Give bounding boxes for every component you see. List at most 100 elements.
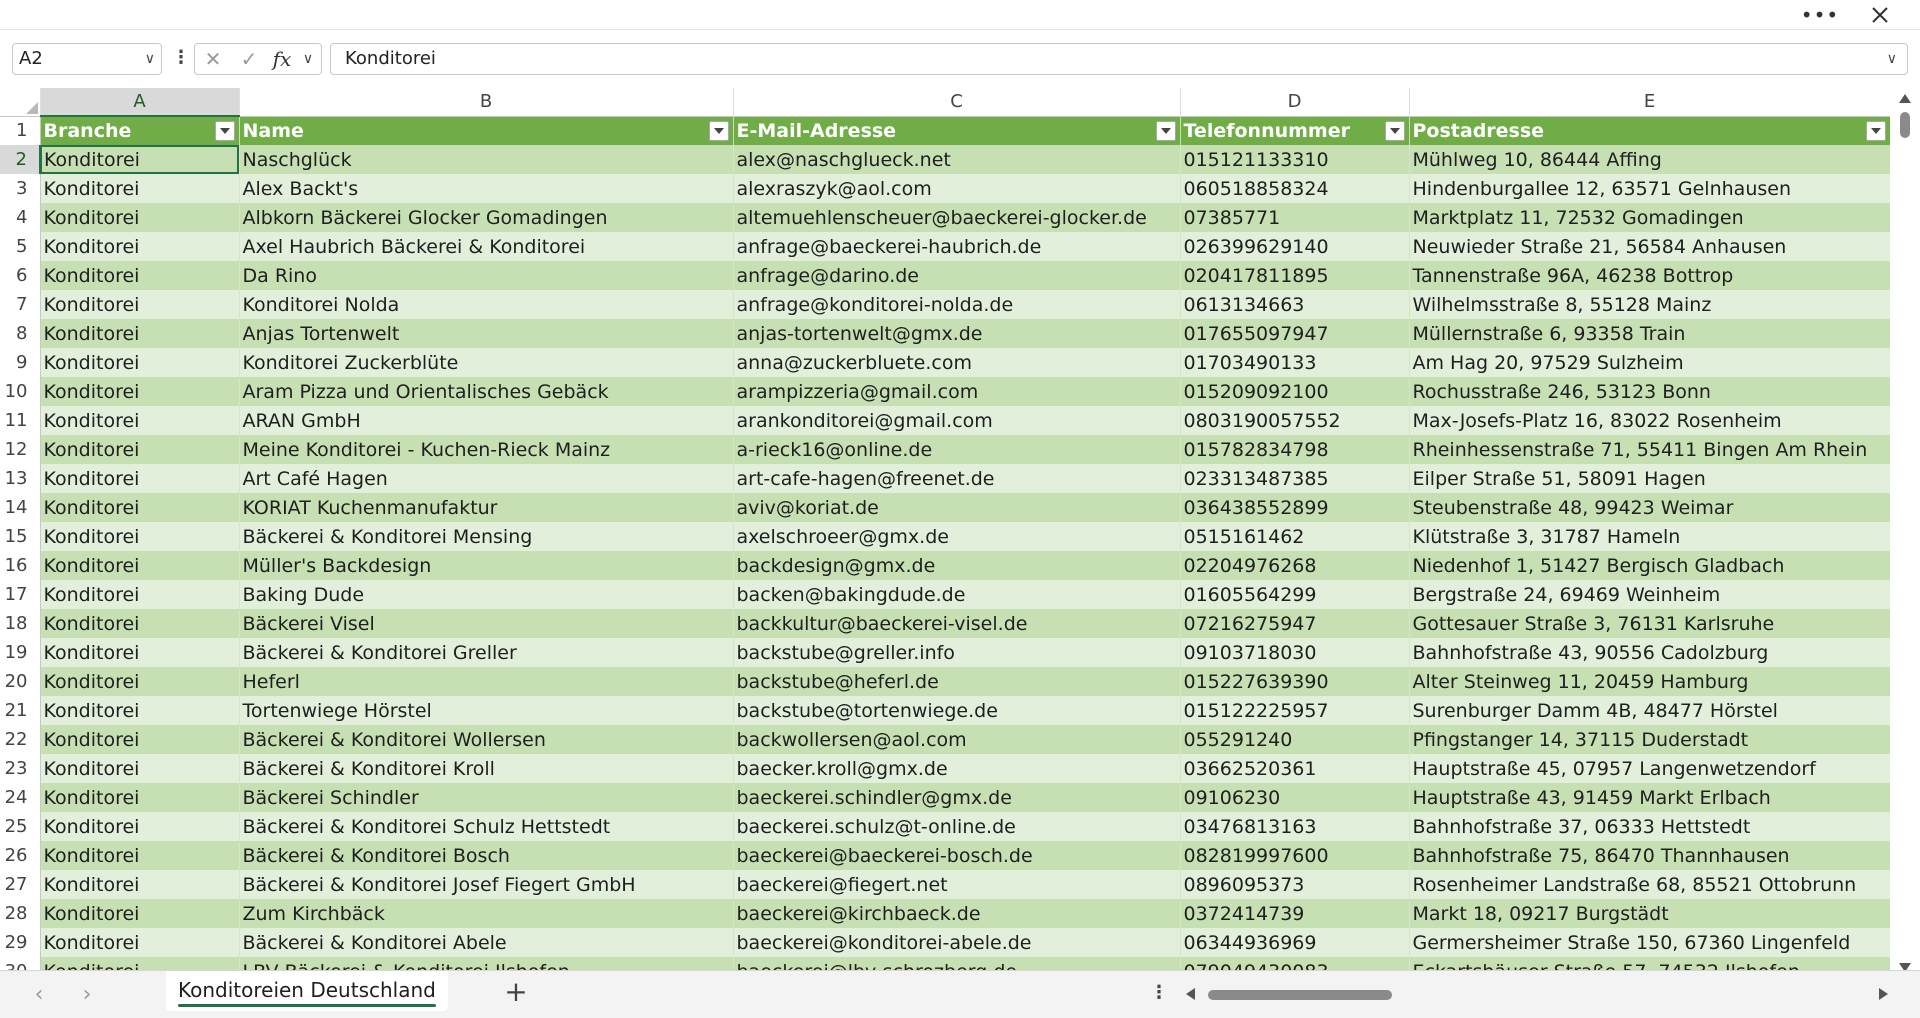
cell-email[interactable]: aviv@koriat.de	[733, 493, 1181, 522]
scroll-up-icon[interactable]	[1899, 94, 1911, 103]
cell-email[interactable]: backdesign@gmx.de	[733, 551, 1181, 580]
row-header[interactable]: 3	[0, 174, 41, 203]
previous-sheet-icon[interactable]: ‹	[24, 979, 54, 1009]
row-header[interactable]: 19	[0, 638, 41, 667]
cell-branche[interactable]: Konditorei	[40, 696, 240, 725]
cell-branche[interactable]: Konditorei	[40, 609, 240, 638]
cell-phone[interactable]: 09103718030	[1180, 638, 1410, 667]
filter-dropdown-icon[interactable]	[1384, 120, 1405, 141]
row-header[interactable]: 16	[0, 551, 41, 580]
header-cell-branche[interactable]: Branche	[40, 116, 240, 145]
cell-phone[interactable]: 01605564299	[1180, 580, 1410, 609]
cell-name[interactable]: Bäckerei & Konditorei Bosch	[239, 841, 734, 870]
cell-address[interactable]: Klütstraße 3, 31787 Hameln	[1409, 522, 1890, 551]
chevron-down-icon[interactable]: ∨	[145, 44, 155, 74]
cell-address[interactable]: Steubenstraße 48, 99423 Weimar	[1409, 493, 1890, 522]
cell-email[interactable]: backkultur@baeckerei-visel.de	[733, 609, 1181, 638]
cell-email[interactable]: baeckerei.schindler@gmx.de	[733, 783, 1181, 812]
cell-address[interactable]: Neuwieder Straße 21, 56584 Anhausen	[1409, 232, 1890, 261]
cell-branche[interactable]: Konditorei	[40, 928, 240, 957]
sheet-tab-konditoreien[interactable]: Konditoreien Deutschland	[166, 971, 448, 1011]
row-header[interactable]: 2	[0, 145, 41, 174]
row-header[interactable]: 9	[0, 348, 41, 377]
cell-name[interactable]: Da Rino	[239, 261, 734, 290]
cell-address[interactable]: Pfingstanger 14, 37115 Duderstadt	[1409, 725, 1890, 754]
cell-name[interactable]: Konditorei Zuckerblüte	[239, 348, 734, 377]
cell-email[interactable]: a-rieck16@online.de	[733, 435, 1181, 464]
cell-branche[interactable]: Konditorei	[40, 261, 240, 290]
chevron-down-icon[interactable]: ∨	[297, 51, 319, 67]
row-header[interactable]: 30	[0, 957, 41, 970]
more-options-icon[interactable]: •••	[1800, 0, 1840, 30]
formula-input[interactable]: Konditorei ∨	[330, 43, 1908, 75]
cell-branche[interactable]: Konditorei	[40, 377, 240, 406]
cell-name[interactable]: Bäckerei & Konditorei Schulz Hettstedt	[239, 812, 734, 841]
cell-address[interactable]: Eilper Straße 51, 58091 Hagen	[1409, 464, 1890, 493]
cell-email[interactable]: baeckerei@konditorei-abele.de	[733, 928, 1181, 957]
row-header[interactable]: 22	[0, 725, 41, 754]
cell-name[interactable]: Bäckerei Schindler	[239, 783, 734, 812]
cell-name[interactable]: Tortenwiege Hörstel	[239, 696, 734, 725]
row-header[interactable]: 17	[0, 580, 41, 609]
scrollbar-thumb[interactable]	[1208, 990, 1392, 1000]
cell-phone[interactable]: 07216275947	[1180, 609, 1410, 638]
row-header[interactable]: 4	[0, 203, 41, 232]
row-header[interactable]: 5	[0, 232, 41, 261]
add-sheet-button[interactable]: +	[500, 977, 532, 1009]
cell-address[interactable]: Bahnhofstraße 37, 06333 Hettstedt	[1409, 812, 1890, 841]
sheet-options-icon[interactable]: ⋮	[1150, 979, 1168, 1009]
cell-phone[interactable]: 023313487385	[1180, 464, 1410, 493]
cell-branche[interactable]: Konditorei	[40, 957, 240, 970]
cell-phone[interactable]: 055291240	[1180, 725, 1410, 754]
cell-email[interactable]: axelschroeer@gmx.de	[733, 522, 1181, 551]
cell-name[interactable]: ARAN GmbH	[239, 406, 734, 435]
cell-phone[interactable]: 079049430083	[1180, 957, 1410, 970]
cell-phone[interactable]: 026399629140	[1180, 232, 1410, 261]
row-header[interactable]: 13	[0, 464, 41, 493]
cell-email[interactable]: alexraszyk@aol.com	[733, 174, 1181, 203]
cell-branche[interactable]: Konditorei	[40, 754, 240, 783]
header-cell-address[interactable]: Postadresse	[1409, 116, 1890, 145]
cell-phone[interactable]: 03476813163	[1180, 812, 1410, 841]
cell-address[interactable]: Bergstraße 24, 69469 Weinheim	[1409, 580, 1890, 609]
cell-branche[interactable]: Konditorei	[40, 232, 240, 261]
cell-name[interactable]: Bäckerei & Konditorei Abele	[239, 928, 734, 957]
row-header[interactable]: 14	[0, 493, 41, 522]
cell-address[interactable]: Rheinhessenstraße 71, 55411 Bingen Am Rh…	[1409, 435, 1890, 464]
cell-email[interactable]: anjas-tortenwelt@gmx.de	[733, 319, 1181, 348]
cell-name[interactable]: Aram Pizza und Orientalisches Gebäck	[239, 377, 734, 406]
cell-branche[interactable]: Konditorei	[40, 319, 240, 348]
cell-phone[interactable]: 015209092100	[1180, 377, 1410, 406]
cell-email[interactable]: backstube@heferl.de	[733, 667, 1181, 696]
cell-phone[interactable]: 020417811895	[1180, 261, 1410, 290]
cancel-icon[interactable]: ✕	[195, 47, 231, 71]
cell-email[interactable]: anna@zuckerbluete.com	[733, 348, 1181, 377]
cell-name[interactable]: Axel Haubrich Bäckerei & Konditorei	[239, 232, 734, 261]
cell-phone[interactable]: 015782834798	[1180, 435, 1410, 464]
cell-name[interactable]: Bäckerei & Konditorei Greller	[239, 638, 734, 667]
cell-phone[interactable]: 02204976268	[1180, 551, 1410, 580]
cell-name[interactable]: Bäckerei & Konditorei Kroll	[239, 754, 734, 783]
cell-address[interactable]: Surenburger Damm 4B, 48477 Hörstel	[1409, 696, 1890, 725]
cell-branche[interactable]: Konditorei	[40, 725, 240, 754]
cell-phone[interactable]: 0803190057552	[1180, 406, 1410, 435]
cell-branche[interactable]: Konditorei	[40, 870, 240, 899]
row-header[interactable]: 21	[0, 696, 41, 725]
cell-address[interactable]: Rochusstraße 246, 53123 Bonn	[1409, 377, 1890, 406]
cell-address[interactable]: Markt 18, 09217 Burgstädt	[1409, 899, 1890, 928]
vertical-scrollbar[interactable]	[1894, 92, 1916, 972]
formula-bar-options-icon[interactable]: ⋮	[172, 43, 190, 75]
cell-name[interactable]: Art Café Hagen	[239, 464, 734, 493]
header-cell-name[interactable]: Name	[239, 116, 734, 145]
cell-branche[interactable]: Konditorei	[40, 580, 240, 609]
filter-dropdown-icon[interactable]	[1155, 120, 1176, 141]
cell-phone[interactable]: 06344936969	[1180, 928, 1410, 957]
insert-function-icon[interactable]: fx	[267, 47, 297, 71]
cell-address[interactable]: Gottesauer Straße 3, 76131 Karlsruhe	[1409, 609, 1890, 638]
row-header[interactable]: 10	[0, 377, 41, 406]
row-header[interactable]: 29	[0, 928, 41, 957]
enter-icon[interactable]: ✓	[231, 47, 267, 71]
cell-email[interactable]: backen@bakingdude.de	[733, 580, 1181, 609]
cell-email[interactable]: baeckerei@lbv-schrozberg.de	[733, 957, 1181, 970]
cell-address[interactable]: Hauptstraße 43, 91459 Markt Erlbach	[1409, 783, 1890, 812]
